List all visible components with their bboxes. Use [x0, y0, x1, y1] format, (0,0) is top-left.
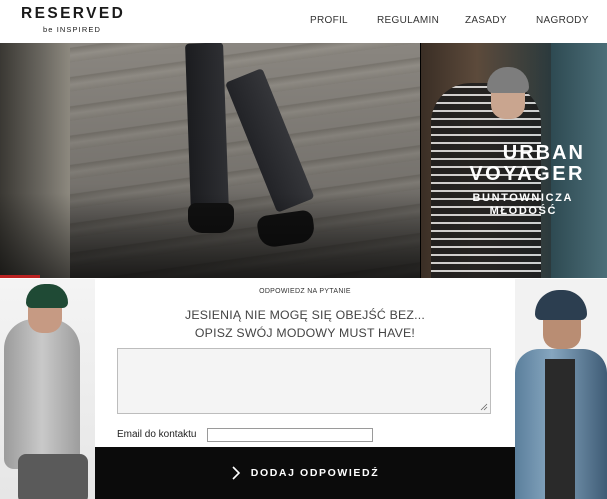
hero-title-line1: URBAN [502, 142, 585, 164]
model-photo-left [0, 279, 95, 499]
hero-photo-boots [0, 43, 420, 278]
resize-grip-icon[interactable] [480, 403, 488, 411]
hero-floor-shadow [0, 193, 420, 278]
model-right-shirt [545, 359, 575, 499]
question-line1: JESIENIĄ NIE MOGĘ SIĘ OBEJŚĆ BEZ... [184, 308, 425, 322]
nav-regulamin[interactable]: REGULAMIN [377, 15, 439, 26]
nav-nagrody[interactable]: NAGRODY [536, 15, 589, 26]
question-line2: OPISZ SWÓJ MODOWY MUST HAVE! [194, 326, 416, 340]
email-label: Email do kontaktu [117, 429, 197, 440]
chevron-right-icon [232, 466, 240, 480]
reserved-logo[interactable]: RESERVED be INSPIRED [21, 6, 125, 36]
answer-textarea[interactable] [117, 348, 491, 414]
logo-tagline-main: INSPIRED [56, 25, 101, 34]
hero-banner: URBAN VOYAGER BUNTOWNICZA MŁODOŚĆ [0, 43, 607, 278]
nav-profil[interactable]: PROFIL [310, 15, 348, 26]
submit-label: DODAJ ODPOWIEDŹ [250, 467, 380, 479]
nav-zasady[interactable]: ZASADY [465, 15, 507, 26]
hero-leg-left [185, 43, 229, 214]
model-left-sweater [4, 319, 80, 469]
logo-tagline-prefix: be [43, 25, 54, 34]
hero-title-line2: VOYAGER [469, 163, 585, 185]
model-left-beanie [26, 284, 68, 308]
submit-inner: DODAJ ODPOWIEDŹ [95, 447, 515, 499]
hero-accent-line [0, 275, 40, 278]
site-header: RESERVED be INSPIRED PROFIL REGULAMIN ZA… [0, 0, 607, 43]
model-photo-right [515, 279, 607, 499]
email-field[interactable] [207, 428, 373, 442]
hero-subtitle-line2: MŁODOŚĆ [489, 205, 557, 217]
model-right-beanie [535, 290, 587, 320]
hero-model-beanie [487, 67, 529, 93]
submit-answer-button[interactable]: DODAJ ODPOWIEDŹ [95, 447, 515, 499]
hero-leg-right [225, 68, 315, 213]
hero-subtitle-line1: BUNTOWNICZA [472, 192, 573, 204]
hero-photo-urban-voyager: URBAN VOYAGER BUNTOWNICZA MŁODOŚĆ [421, 43, 607, 278]
form-kicker: ODPOWIEDZ NA PYTANIE [259, 288, 351, 295]
form-question: JESIENIĄ NIE MOGĘ SIĘ OBEJŚĆ BEZ... OPIS… [95, 306, 515, 342]
logo-wordmark: RESERVED [21, 5, 126, 22]
model-left-pants [18, 454, 88, 499]
logo-tagline: be INSPIRED [43, 25, 101, 34]
